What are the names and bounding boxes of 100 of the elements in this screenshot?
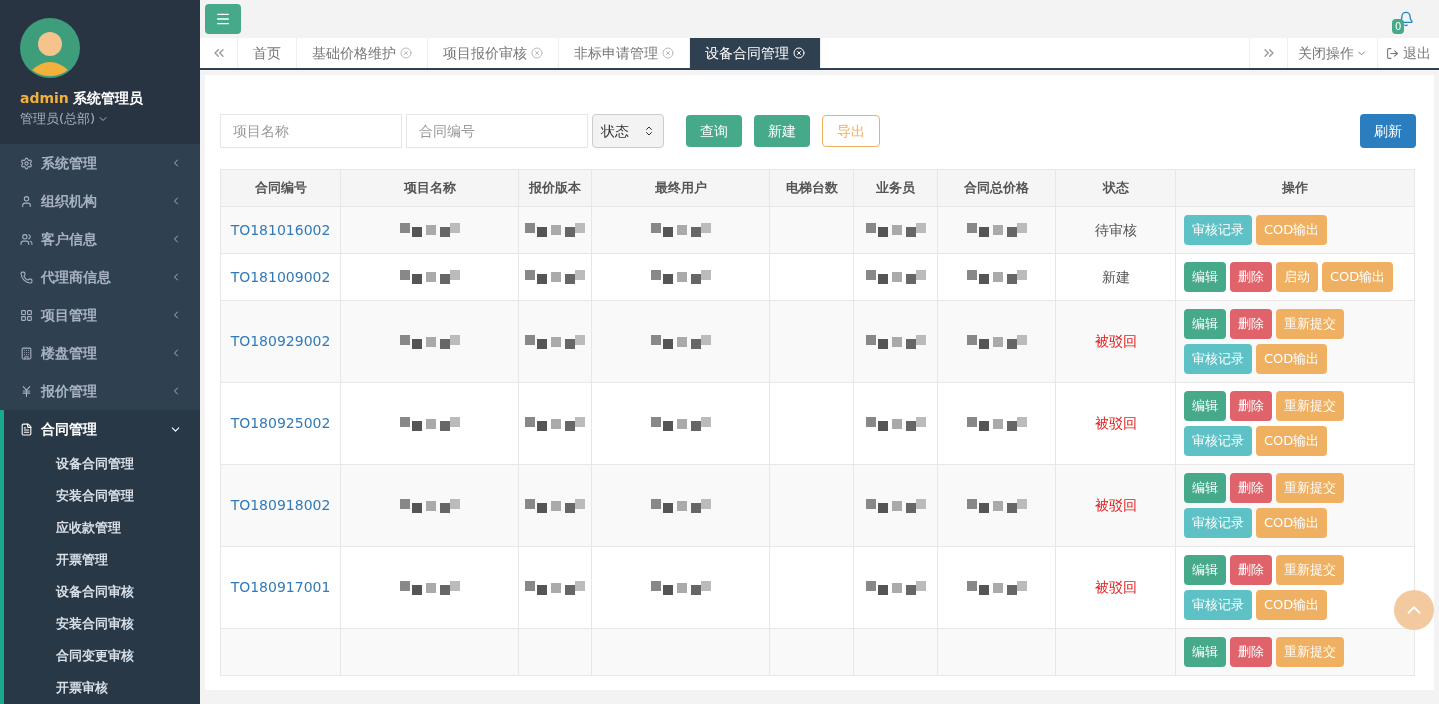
pixelated-block (525, 498, 585, 513)
close-icon (793, 47, 805, 59)
logout-button[interactable]: 退出 (1377, 38, 1439, 68)
pixelated-block (650, 223, 711, 237)
menu-item[interactable]: 报价管理 (0, 372, 200, 410)
submenu-item[interactable]: 合同变更审核 (4, 640, 200, 672)
avatar-icon (20, 18, 80, 78)
filter-button[interactable]: 查询 (686, 115, 742, 147)
tab[interactable]: 首页 (238, 38, 297, 68)
column-header: 状态 (1055, 169, 1176, 207)
pixelated-block (865, 416, 926, 431)
menu-icon (20, 384, 33, 398)
close-icon (400, 47, 412, 59)
pixelated-block (650, 416, 711, 431)
status-text: 新建 (1101, 268, 1130, 285)
pixelated-block (399, 498, 460, 513)
column-header: 报价版本 (518, 169, 592, 207)
menu-item[interactable]: 代理商信息 (0, 258, 200, 296)
filter-button[interactable]: 新建 (754, 115, 810, 147)
pixelated-block (525, 580, 585, 595)
action-button[interactable]: 编辑 (1184, 391, 1226, 421)
action-button[interactable]: 编辑 (1184, 262, 1226, 292)
menu-item[interactable]: 客户信息 (0, 220, 200, 258)
menu-item[interactable]: 楼盘管理 (0, 334, 200, 372)
org-dropdown[interactable]: 管理员(总部) (20, 109, 110, 129)
pixelated-block (399, 580, 460, 595)
status-text: 被驳回 (1094, 333, 1137, 349)
submenu-item[interactable]: 安装合同管理 (4, 480, 200, 512)
pixelated-block (865, 270, 926, 284)
action-button[interactable]: 删除 (1230, 309, 1272, 339)
refresh-button[interactable]: 刷新 (1360, 114, 1416, 148)
pixelated-block (525, 270, 585, 284)
submenu-item[interactable]: 安装合同审核 (4, 608, 200, 640)
pixelated-block (966, 334, 1027, 349)
action-button[interactable]: 删除 (1230, 555, 1272, 585)
column-header: 项目名称 (340, 169, 519, 207)
pixelated-block (525, 416, 585, 431)
user-name: admin (20, 89, 69, 108)
menu-item[interactable]: 系统管理 (0, 144, 200, 182)
submenu-item[interactable]: 应收款管理 (4, 512, 200, 544)
menu-icon (20, 308, 33, 322)
pixelated-block (966, 223, 1027, 237)
pixelated-block (650, 334, 711, 349)
action-button[interactable]: 编辑 (1184, 555, 1226, 585)
contract-number-link[interactable]: TO180929002 (230, 333, 331, 349)
action-button[interactable]: 编辑 (1184, 309, 1226, 339)
status-text: 被驳回 (1094, 497, 1137, 513)
close-options-dropdown[interactable]: 关闭操作 (1287, 38, 1377, 68)
pixelated-block (865, 580, 926, 595)
action-button[interactable]: 删除 (1230, 637, 1272, 667)
pixelated-block (650, 270, 711, 284)
column-header: 最终用户 (591, 169, 770, 207)
contract-number-link[interactable]: TO180917001 (230, 579, 331, 595)
pixelated-block (399, 223, 460, 237)
pixelated-block (966, 498, 1027, 513)
logout-icon (1386, 46, 1399, 60)
menu-item[interactable]: 组织机构 (0, 182, 200, 220)
action-button[interactable]: 删除 (1230, 391, 1272, 421)
pixelated-block (966, 270, 1027, 284)
menu-item[interactable]: 项目管理 (0, 296, 200, 334)
up-down-arrows-icon (643, 125, 655, 137)
status-text: 被驳回 (1094, 579, 1137, 595)
pixelated-block (966, 416, 1027, 431)
status-text: 被驳回 (1094, 415, 1137, 431)
submenu-item[interactable]: 设备合同管理 (4, 448, 200, 480)
contract-number-field[interactable]: 合同编号 (406, 114, 588, 148)
column-header: 操作 (1175, 169, 1415, 207)
menu-icon (20, 194, 33, 208)
action-button[interactable]: 删除 (1230, 262, 1272, 292)
close-icon (662, 47, 674, 59)
pixelated-block (399, 416, 460, 431)
contract-number-link[interactable]: TO180918002 (230, 497, 331, 513)
user-role: 系统管理员 (72, 89, 143, 108)
pixelated-block (525, 223, 585, 237)
project-name-field[interactable]: 项目名称 (220, 114, 402, 148)
action-button[interactable]: 删除 (1230, 473, 1272, 503)
pixelated-block (650, 580, 711, 595)
column-header: 电梯台数 (769, 169, 854, 207)
pixelated-block (399, 334, 460, 349)
menu-toggle-button[interactable] (205, 4, 241, 34)
contract-number-link[interactable]: TO180925002 (230, 415, 331, 431)
submenu-item[interactable]: 开票管理 (4, 544, 200, 576)
action-button[interactable]: 编辑 (1184, 637, 1226, 667)
status-select[interactable]: 状态 (592, 114, 664, 148)
submenu-item[interactable]: 开票审核 (4, 672, 200, 704)
tab[interactable]: 项目报价审核 (428, 38, 559, 68)
tab[interactable]: 基础价格维护 (297, 38, 428, 68)
status-text: 待审核 (1094, 221, 1137, 238)
submenu-item[interactable]: 设备合同审核 (4, 576, 200, 608)
menu-icon (215, 11, 231, 27)
menu-icon (20, 270, 33, 284)
menu-icon (20, 232, 33, 246)
pixelated-block (966, 580, 1027, 595)
menu-icon (20, 346, 33, 360)
column-header: 合同编号 (220, 169, 341, 207)
tab[interactable]: 设备合同管理 (690, 38, 821, 68)
column-header: 业务员 (853, 169, 938, 207)
action-button[interactable]: 编辑 (1184, 473, 1226, 503)
pixelated-block (865, 334, 926, 349)
menu-item[interactable]: 合同管理 (4, 410, 200, 448)
